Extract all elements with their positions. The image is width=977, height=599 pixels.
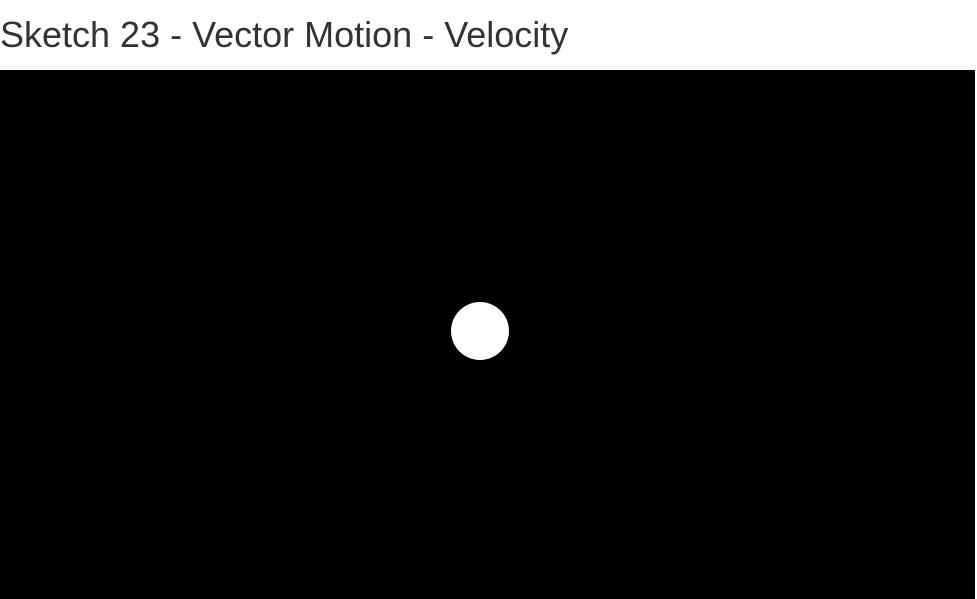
sketch-page: Sketch 23 - Vector Motion - Velocity — [0, 0, 977, 599]
page-title: Sketch 23 - Vector Motion - Velocity — [0, 14, 569, 55]
moving-ball — [451, 302, 509, 360]
sketch-canvas[interactable] — [0, 70, 975, 599]
